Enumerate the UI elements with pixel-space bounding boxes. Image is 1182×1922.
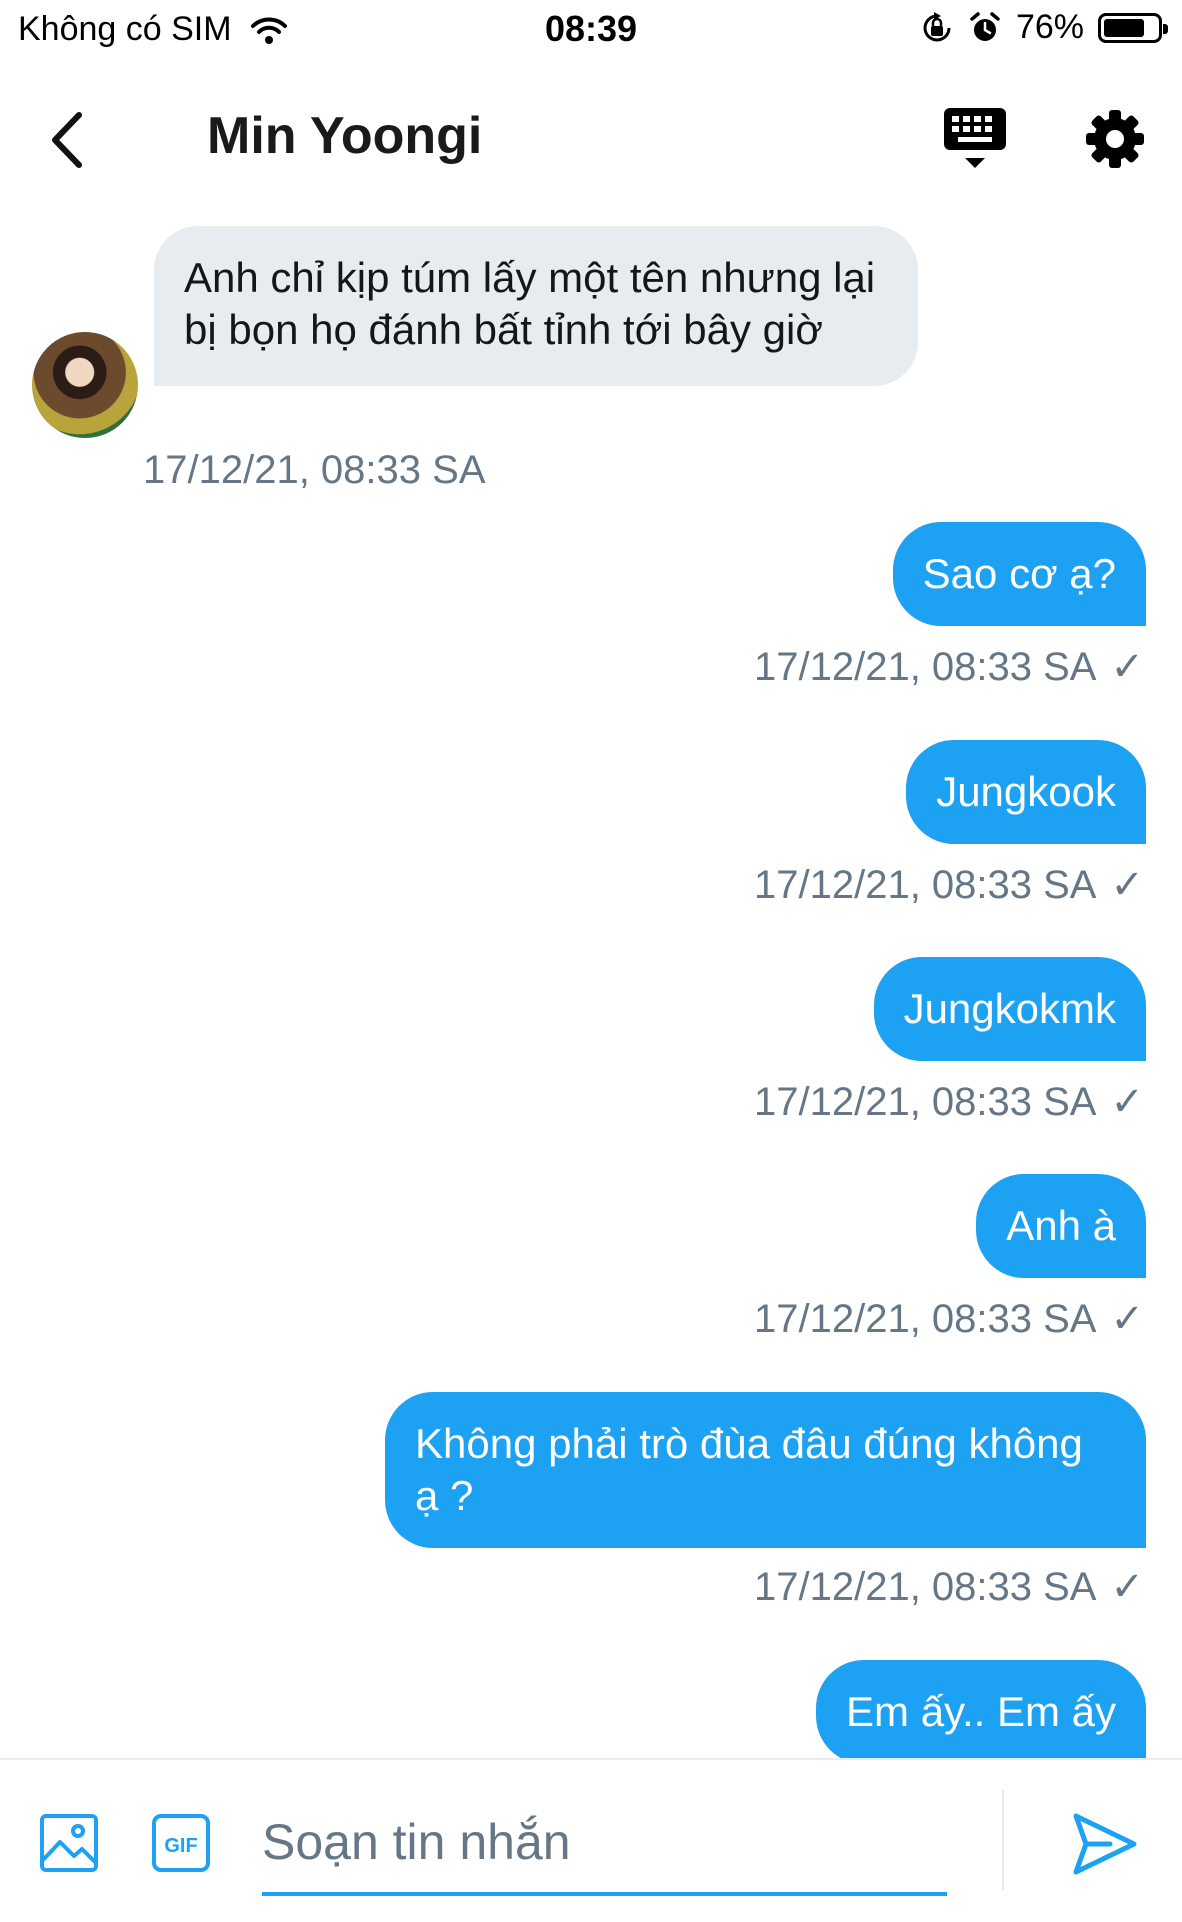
settings-button[interactable] xyxy=(1080,104,1150,174)
gif-label: GIF xyxy=(164,1835,197,1857)
avatar[interactable] xyxy=(32,332,138,438)
outgoing-message-bubble[interactable]: Em ấy.. Em ấy xyxy=(816,1660,1146,1758)
gif-button[interactable]: GIF xyxy=(150,1812,212,1874)
incoming-message-bubble[interactable]: Anh chỉ kịp túm lấy một tên nhưng lại bị… xyxy=(154,226,918,386)
outgoing-message-bubble[interactable]: Jungkokmk xyxy=(873,957,1146,1061)
page-title: Min Yoongi xyxy=(207,107,483,165)
message-timestamp: 17/12/21, 08:33 SA xyxy=(753,862,1097,907)
keyboard-toggle-button[interactable] xyxy=(940,104,1010,174)
message-timestamp: 17/12/21, 08:33 SA xyxy=(753,644,1097,689)
keyboard-icon xyxy=(944,108,1006,168)
orientation-lock-icon xyxy=(923,11,951,41)
message-meta: 17/12/21, 08:33 SA ✓ xyxy=(754,1079,1144,1125)
composer-divider xyxy=(1002,1790,1004,1890)
status-bar: Không có SIM 08:39 76% xyxy=(0,0,1182,60)
message-meta: 17/12/21, 08:33 SA ✓ xyxy=(754,1296,1144,1342)
back-arrow-icon xyxy=(52,112,82,168)
battery-nub xyxy=(1163,23,1168,34)
gear-icon xyxy=(1086,110,1144,168)
back-button[interactable] xyxy=(36,100,96,180)
message-meta: 17/12/21, 08:33 SA ✓ xyxy=(754,644,1144,690)
message-list[interactable]: Anh chỉ kịp túm lấy một tên nhưng lại bị… xyxy=(0,220,1182,1758)
message-meta: 17/12/21, 08:33 SA ✓ xyxy=(754,1564,1144,1610)
send-icon xyxy=(1073,1813,1137,1875)
chat-header: Min Yoongi xyxy=(0,60,1182,220)
add-photo-button[interactable] xyxy=(38,1812,100,1874)
sent-check-icon: ✓ xyxy=(1110,1565,1144,1609)
image-icon xyxy=(40,1814,98,1872)
message-timestamp: 17/12/21, 08:33 SA xyxy=(753,1564,1097,1609)
outgoing-message-bubble[interactable]: Không phải trò đùa đâu đúng không ạ ? xyxy=(385,1392,1146,1548)
outgoing-message-bubble[interactable]: Anh à xyxy=(976,1174,1146,1278)
message-meta: 17/12/21, 08:33 SA ✓ xyxy=(754,862,1144,908)
battery-fill xyxy=(1104,18,1144,37)
alarm-icon xyxy=(970,11,1000,41)
sent-check-icon: ✓ xyxy=(1110,863,1144,907)
outgoing-message-bubble[interactable]: Jungkook xyxy=(906,740,1146,844)
battery-percent: 76% xyxy=(1015,8,1084,46)
send-button[interactable] xyxy=(1066,1806,1142,1882)
status-right: 76% xyxy=(920,8,1168,47)
message-composer: GIF xyxy=(0,1758,1182,1922)
message-timestamp: 17/12/21, 08:33 SA xyxy=(753,1079,1097,1124)
outgoing-message-bubble[interactable]: Sao cơ ạ? xyxy=(892,522,1146,626)
sent-check-icon: ✓ xyxy=(1110,645,1144,689)
message-timestamp: 17/12/21, 08:33 SA xyxy=(143,448,486,492)
battery-icon xyxy=(1098,12,1168,43)
gif-icon: GIF xyxy=(152,1814,210,1872)
sent-check-icon: ✓ xyxy=(1110,1297,1144,1341)
message-input[interactable] xyxy=(262,1792,947,1896)
sent-check-icon: ✓ xyxy=(1110,1080,1144,1124)
message-timestamp: 17/12/21, 08:33 SA xyxy=(753,1296,1097,1341)
